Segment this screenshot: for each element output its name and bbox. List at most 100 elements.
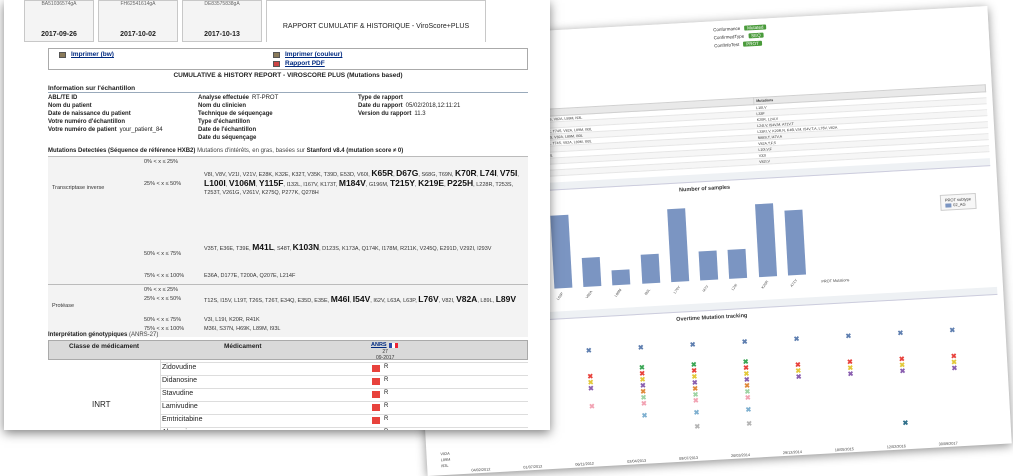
mutation-marker[interactable]: ✖: [693, 398, 699, 405]
date-tick-label: 02/04/2013: [627, 458, 647, 464]
tab-sample-1[interactable]: BA51036574gA 2017-09-26: [24, 0, 94, 42]
filter-row[interactable]: ConfirmedType SEQ: [714, 32, 764, 40]
anrs-link[interactable]: ANRS: [371, 342, 387, 348]
resistance-badge: [372, 378, 380, 385]
row-label: V82A: [440, 451, 450, 457]
mutation-marker[interactable]: ✖: [641, 413, 647, 420]
mutations-note: Mutations d'intérêts, en gras, basées su…: [197, 148, 305, 154]
key-mutation: V75I: [499, 168, 518, 178]
report-subtitle: CUMULATIVE & HISTORY REPORT - VIROSCORE …: [173, 72, 403, 79]
mutation-marker[interactable]: ✖: [902, 420, 908, 427]
bar[interactable]: [640, 253, 660, 284]
drug-row[interactable]: Emtricitabine R: [160, 414, 528, 427]
bar[interactable]: [611, 269, 631, 286]
mutation-marker[interactable]: ✖: [742, 339, 748, 346]
filter-row[interactable]: ConfInfoTest PROT: [714, 40, 762, 48]
pdf-report-link[interactable]: Rapport PDF: [285, 60, 325, 67]
date-tick-label: 26/03/2014: [730, 452, 751, 459]
x-tick-label: K20R: [760, 279, 769, 290]
info-field: Votre numéro de patient your_patient_84: [48, 126, 198, 134]
resistance-label: R: [384, 364, 389, 370]
mutation-marker[interactable]: ✖: [638, 345, 644, 352]
mutation-marker[interactable]: ✖: [690, 342, 696, 349]
bar[interactable]: [667, 208, 690, 283]
info-field: Nom du patient: [48, 102, 198, 110]
mutation-marker[interactable]: ✖: [586, 348, 592, 355]
tab-sample-2[interactable]: FH62541614gA 2017-10-02: [98, 0, 178, 42]
info-key: Nom du patient: [48, 103, 92, 109]
info-key: Version du rapport: [358, 111, 412, 117]
bar[interactable]: [754, 203, 777, 278]
mutation-marker[interactable]: ✖: [746, 421, 752, 428]
geno-note: (ANRS-27): [129, 332, 159, 338]
range-label: 25% < x ≤ 50%: [144, 181, 182, 187]
mutation-marker[interactable]: ✖: [793, 336, 799, 343]
rt-mutations-75-100: E36A, D177E, T200A, Q207E, L214F: [204, 273, 296, 279]
tab-date: 2017-10-02: [120, 31, 156, 38]
bar[interactable]: [698, 250, 719, 281]
row-label: I93L: [441, 463, 449, 469]
mutation-marker[interactable]: ✖: [949, 327, 955, 334]
tab-id: BA51036574gA: [41, 1, 77, 7]
tab-cumulative-report[interactable]: RAPPORT CUMULATIF & HISTORIQUE - ViroSco…: [266, 0, 486, 42]
mutation-marker[interactable]: ✖: [897, 330, 903, 337]
info-key: Analyse effectuée: [198, 95, 250, 101]
info-key: Date de naissance du patient: [48, 111, 131, 117]
printer-icon[interactable]: [59, 52, 66, 58]
french-flag-icon: [389, 343, 398, 348]
range-label: 50% < x ≤ 75%: [144, 317, 182, 323]
date-tick-label: 01/07/2012: [523, 464, 543, 470]
resistance-label: R: [384, 416, 389, 422]
mutation-marker[interactable]: ✖: [588, 386, 594, 393]
tab-sample-3[interactable]: DE83575838gA 2017-10-13: [182, 0, 262, 42]
info-key: ABL/TE ID: [48, 95, 78, 101]
mutation-marker[interactable]: ✖: [845, 333, 851, 340]
print-color-link[interactable]: Imprimer (couleur): [285, 51, 342, 58]
col-drug-class: Classe de médicament: [69, 343, 140, 350]
drug-row[interactable]: Lamivudine R: [160, 401, 528, 414]
bar[interactable]: [581, 256, 602, 287]
x-tick-label: I93L: [643, 288, 651, 297]
date-tick-label: 18/05/2015: [834, 447, 854, 453]
filter-value[interactable]: SEQ: [747, 32, 764, 39]
mutation-marker[interactable]: ✖: [796, 374, 802, 381]
info-field: Technique de séquençage: [198, 110, 358, 118]
mutation-marker[interactable]: ✖: [641, 401, 647, 408]
drug-name: Abacavir: [162, 429, 189, 430]
tab-date: 2017-09-26: [41, 31, 77, 38]
filter-name: Conformance: [713, 25, 741, 33]
mutation-marker[interactable]: ✖: [589, 404, 595, 411]
drug-class-label: INRT: [92, 400, 111, 409]
drug-name: Zidovudine: [162, 364, 197, 371]
date-tick-label: 29/12/2014: [782, 450, 803, 456]
filter-value[interactable]: PROT: [743, 40, 762, 47]
sample-info-right: Type de rapport Date du rapport 05/02/2018…: [358, 94, 528, 118]
sample-info-left: ABL/TE ID Nom du patient Date de naissance…: [48, 94, 198, 134]
pdf-icon[interactable]: [273, 61, 280, 67]
info-key: Nom du clinicien: [198, 103, 247, 109]
bar[interactable]: [727, 248, 748, 279]
info-field: Version du rapport 11.3: [358, 110, 528, 118]
info-field: Date de l'échantillon: [198, 126, 358, 134]
mutation-marker[interactable]: ✖: [847, 371, 853, 378]
filter-value[interactable]: Mutated: [744, 24, 767, 31]
mutation-marker[interactable]: ✖: [745, 395, 751, 402]
print-bw-link[interactable]: Imprimer (bw): [71, 51, 114, 58]
print-links: Imprimer (bw) Imprimer (couleur) Rapport…: [48, 48, 528, 70]
mutation-text: I62V, L63A, L63P,: [373, 298, 417, 304]
drug-name: Lamivudine: [162, 403, 198, 410]
prot-label: Protéase: [52, 303, 75, 309]
printer-icon[interactable]: [273, 52, 280, 58]
mutation-marker[interactable]: ✖: [693, 410, 699, 417]
mutation-marker[interactable]: ✖: [951, 365, 957, 372]
filter-row[interactable]: Conformance Mutated: [713, 24, 767, 33]
drug-row[interactable]: Didanosine R: [160, 375, 528, 388]
mutation-marker[interactable]: ✖: [694, 424, 700, 431]
mutation-marker[interactable]: ✖: [745, 407, 751, 414]
bar[interactable]: [550, 214, 573, 289]
drug-row[interactable]: Abacavir R: [160, 427, 528, 430]
drug-row[interactable]: Stavudine R: [160, 388, 528, 401]
bar[interactable]: [784, 209, 806, 276]
drug-row[interactable]: Zidovudine R: [160, 362, 528, 375]
mutation-marker[interactable]: ✖: [899, 368, 905, 375]
